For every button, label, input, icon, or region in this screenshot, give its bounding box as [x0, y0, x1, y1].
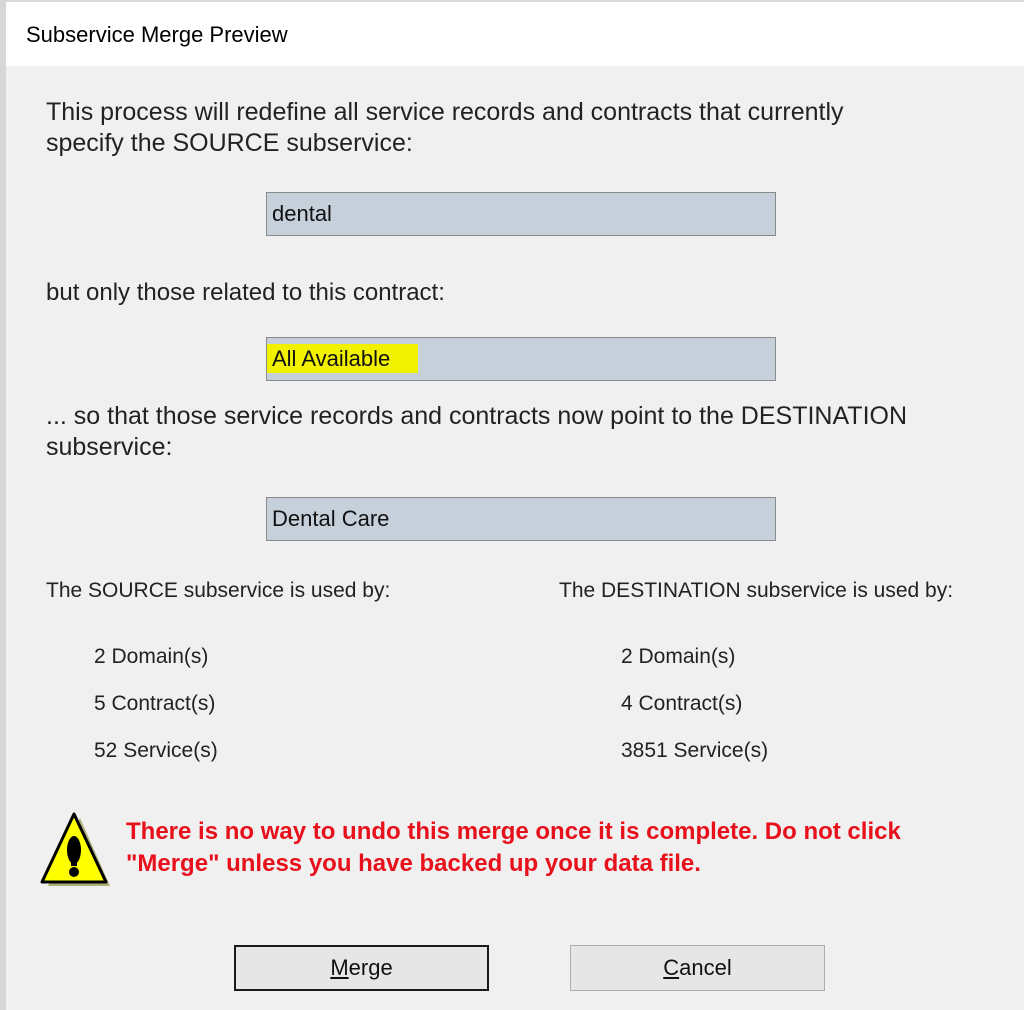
merge-label-rest: erge	[348, 955, 393, 980]
contract-label: but only those related to this contract:	[46, 279, 445, 306]
merge-accelerator: M	[330, 955, 349, 980]
warning-line-2: "Merge" unless you have backed up your d…	[126, 850, 701, 877]
destination-line-1: ... so that those service records and co…	[46, 402, 908, 430]
window-title: Subservice Merge Preview	[26, 22, 288, 47]
destination-usage-heading: The DESTINATION subservice is used by:	[559, 579, 954, 602]
contract-field: All Available	[266, 337, 776, 381]
destination-subservice-value: Dental Care	[272, 506, 390, 531]
intro-text: This process will redefine all service r…	[46, 97, 966, 159]
intro-line-2: specify the SOURCE subservice:	[46, 129, 413, 157]
merge-button[interactable]: Merge	[234, 945, 489, 991]
destination-services-count: 3851 Service(s)	[621, 739, 769, 762]
source-usage-heading: The SOURCE subservice is used by:	[46, 579, 391, 602]
source-domains-count: 2 Domain(s)	[94, 645, 209, 668]
cancel-button[interactable]: Cancel	[570, 945, 825, 991]
destination-line-2: subservice:	[46, 433, 173, 461]
source-subservice-value: dental	[272, 201, 332, 226]
destination-subservice-field: Dental Care	[266, 497, 776, 541]
contract-value: All Available	[267, 344, 419, 373]
destination-contracts-count: 4 Contract(s)	[621, 692, 743, 715]
merge-preview-dialog: Subservice Merge Preview This process wi…	[0, 0, 1024, 1010]
source-services-count: 52 Service(s)	[94, 739, 218, 762]
warning-line-1: There is no way to undo this merge once …	[126, 818, 901, 845]
cancel-label-rest: ancel	[679, 955, 732, 980]
destination-text: ... so that those service records and co…	[46, 401, 966, 463]
destination-domains-count: 2 Domain(s)	[621, 645, 736, 668]
intro-line-1: This process will redefine all service r…	[46, 98, 844, 126]
warning-icon	[40, 812, 110, 886]
title-bar: Subservice Merge Preview	[6, 0, 1024, 66]
source-subservice-field: dental	[266, 192, 776, 236]
warning-message: There is no way to undo this merge once …	[126, 816, 1006, 880]
source-contracts-count: 5 Contract(s)	[94, 692, 216, 715]
cancel-accelerator: C	[663, 955, 680, 980]
